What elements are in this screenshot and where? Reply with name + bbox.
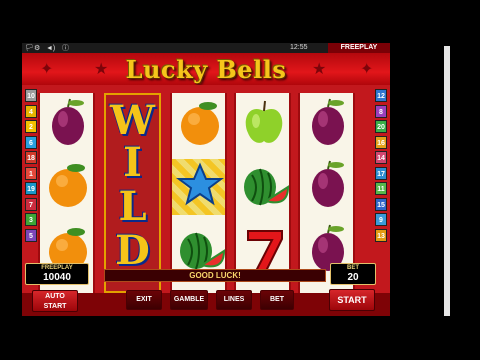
scroll-sliver xyxy=(444,46,450,316)
reel-4 xyxy=(234,93,291,293)
gamble-button[interactable]: GAMBLE xyxy=(170,290,208,310)
paylines-right: 12 8 20 16 14 17 11 15 9 13 xyxy=(375,89,387,244)
watermelon-icon xyxy=(244,168,290,206)
payline-indicator-right: 15 xyxy=(375,197,387,211)
payline-indicator-right: 9 xyxy=(375,213,387,226)
status-bar: 🏳 ⚙ ◄) ⓘ 12:55 FREEPLAY xyxy=(22,43,390,53)
payline-indicator-left: 10 xyxy=(25,89,37,102)
payline-indicator-left: 19 xyxy=(25,182,37,195)
message-bar: GOOD LUCK! xyxy=(104,269,326,282)
slot-game: 🏳 ⚙ ◄) ⓘ 12:55 FREEPLAY ✦ ★ ★ ✦ Lucky Be… xyxy=(22,43,390,316)
payline-indicator-left: 6 xyxy=(25,135,37,149)
payline-indicator-left: 18 xyxy=(25,151,37,164)
payline-indicator-left: 7 xyxy=(25,197,37,211)
payline-indicator-left: 2 xyxy=(25,120,37,133)
payline-indicator-right: 16 xyxy=(375,135,387,149)
wild-reel: W I L D xyxy=(104,93,161,293)
plum-icon xyxy=(52,98,84,145)
credit-label: FREEPLAY xyxy=(41,265,73,271)
clock: 12:55 xyxy=(290,44,308,51)
payline-indicator-right: 17 xyxy=(375,166,387,180)
payline-indicator-right: 11 xyxy=(375,182,387,195)
plum-icon xyxy=(312,98,344,145)
paylines-left: 10 4 2 6 18 1 19 7 3 5 xyxy=(25,89,37,244)
wild-letter: W xyxy=(110,97,155,144)
lines-button[interactable]: LINES xyxy=(216,290,252,310)
plum-icon xyxy=(312,160,344,207)
game-title: Lucky Bells xyxy=(125,55,287,84)
payline-indicator-right: 8 xyxy=(375,104,387,118)
payline-indicator-left: 4 xyxy=(25,104,37,118)
wild-letter: I xyxy=(123,139,142,186)
payline-indicator-right: 13 xyxy=(375,228,387,242)
payline-indicator-left: 3 xyxy=(25,213,37,226)
credit-display: FREEPLAY 10040 xyxy=(25,263,89,285)
payline-indicator-right: 14 xyxy=(375,151,387,164)
orange-icon xyxy=(49,164,87,207)
payline-indicator-left: 5 xyxy=(25,228,37,242)
wild-letter: L xyxy=(118,183,147,230)
bet-display: BET 20 xyxy=(330,263,376,285)
wild-letter: D xyxy=(115,227,150,274)
reel-3 xyxy=(170,93,227,293)
autostart-button[interactable]: AUTO START xyxy=(32,290,78,312)
bet-value: 20 xyxy=(347,272,359,283)
left-letterbox xyxy=(0,0,22,360)
orange-icon xyxy=(181,102,219,145)
bet-label: BET xyxy=(347,265,359,271)
exit-button[interactable]: EXIT xyxy=(126,290,162,310)
bet-button[interactable]: BET xyxy=(260,290,294,310)
payline-indicator-right: 20 xyxy=(375,120,387,133)
apple-icon xyxy=(245,100,283,143)
star-icon xyxy=(176,162,224,206)
mode-badge: FREEPLAY xyxy=(328,43,390,53)
start-button[interactable]: START xyxy=(329,289,375,311)
credit-value: 10040 xyxy=(43,272,71,283)
right-letterbox xyxy=(390,0,480,360)
payline-indicator-right: 12 xyxy=(375,89,387,102)
title-banner: ✦ ★ ★ ✦ Lucky Bells xyxy=(22,53,390,85)
payline-indicator-left: 1 xyxy=(25,166,37,180)
